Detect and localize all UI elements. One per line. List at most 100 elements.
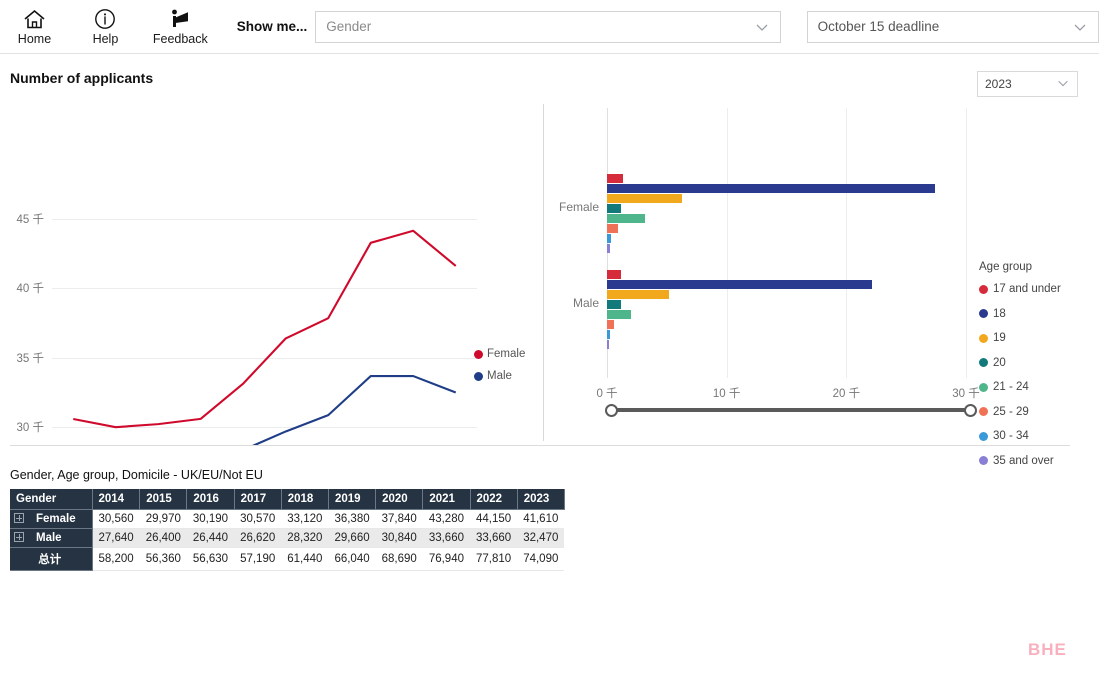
table-cell: 58,200 xyxy=(92,548,140,571)
table-column-header[interactable]: 2017 xyxy=(234,489,281,510)
table-cell: 32,470 xyxy=(517,529,564,548)
expand-icon[interactable] xyxy=(14,513,24,523)
table-row[interactable]: Female30,56029,97030,19030,57033,12036,3… xyxy=(10,510,564,529)
help-label: Help xyxy=(93,33,119,46)
line-series-male xyxy=(73,376,456,445)
bar-male-20[interactable] xyxy=(607,300,621,309)
chevron-down-icon xyxy=(1072,19,1088,35)
home-icon xyxy=(23,7,46,31)
megaphone-icon xyxy=(169,7,192,31)
slider-knob-min[interactable] xyxy=(605,404,618,417)
age-legend-item-label: 35 and over xyxy=(993,455,1054,467)
table-column-header[interactable]: Gender xyxy=(10,489,92,510)
year-filter-dropdown[interactable]: 2023 xyxy=(977,71,1078,97)
bar-female-30-34[interactable] xyxy=(607,234,611,243)
info-icon xyxy=(94,7,116,31)
slider-knob-max[interactable] xyxy=(964,404,977,417)
table-cell: 30,560 xyxy=(92,510,140,529)
legend-item-label: Male xyxy=(487,370,512,382)
feedback-label: Feedback xyxy=(153,33,208,46)
table-cell: 57,190 xyxy=(234,548,281,571)
charts-panel: 25 千30 千35 千40 千45 千20142015201620172018… xyxy=(0,100,1099,445)
bar-chart-x-tick: 10 千 xyxy=(703,385,751,401)
feedback-button[interactable]: Feedback xyxy=(146,1,215,53)
table-body: Female30,56029,97030,19030,57033,12036,3… xyxy=(10,510,564,571)
table-column-header[interactable]: 2014 xyxy=(92,489,140,510)
table-column-header[interactable]: 2019 xyxy=(328,489,375,510)
table-header-row: Gender2014201520162017201820192020202120… xyxy=(10,489,564,510)
bar-female-19[interactable] xyxy=(607,194,682,203)
table-cell: 30,840 xyxy=(376,529,423,548)
legend-color-dot xyxy=(979,456,988,465)
line-series-female xyxy=(73,231,456,427)
bar-male-21-24[interactable] xyxy=(607,310,631,319)
deadline-filter-value: October 15 deadline xyxy=(818,19,1072,34)
table-column-header[interactable]: 2023 xyxy=(517,489,564,510)
page-title: Number of applicants xyxy=(10,70,153,86)
table-cell: 56,360 xyxy=(140,548,187,571)
table-column-header[interactable]: 2021 xyxy=(423,489,470,510)
bar-chart-range-slider[interactable] xyxy=(611,408,970,412)
data-table-section: Gender, Age group, Domicile - UK/EU/Not … xyxy=(10,468,565,571)
table-row-header[interactable]: Male xyxy=(10,529,92,548)
table-cell: 36,380 xyxy=(328,510,375,529)
section-divider xyxy=(10,445,1070,446)
bar-female-17-and-under[interactable] xyxy=(607,174,623,183)
bar-female-20[interactable] xyxy=(607,204,621,213)
age-group-bar-chart: 0 千10 千20 千30 千FemaleMale xyxy=(543,100,1099,445)
home-button[interactable]: Home xyxy=(4,1,65,53)
year-filter-value: 2023 xyxy=(985,77,1056,91)
bar-female-21-24[interactable] xyxy=(607,214,645,223)
legend-color-dot xyxy=(474,372,483,381)
bar-male-25-29[interactable] xyxy=(607,320,614,329)
bar-male-35-and-over[interactable] xyxy=(607,340,609,349)
table-cell: 26,400 xyxy=(140,529,187,548)
table-cell: 26,620 xyxy=(234,529,281,548)
bar-chart-category-label: Female xyxy=(529,200,599,214)
table-column-header[interactable]: 2022 xyxy=(470,489,517,510)
deadline-filter-dropdown[interactable]: October 15 deadline xyxy=(807,11,1099,43)
age-legend-item-35-and-over[interactable]: 35 and over xyxy=(979,449,1061,474)
line-chart-plot xyxy=(0,100,543,445)
applicants-table: Gender2014201520162017201820192020202120… xyxy=(10,489,565,571)
legend-item-male[interactable]: Male xyxy=(474,365,525,387)
table-row[interactable]: Male27,64026,40026,44026,62028,32029,660… xyxy=(10,529,564,548)
table-cell: 61,440 xyxy=(281,548,328,571)
bar-female-35-and-over[interactable] xyxy=(607,244,610,253)
bar-chart-x-tick: 20 千 xyxy=(822,385,870,401)
gender-filter-dropdown[interactable]: Gender xyxy=(315,11,780,43)
table-cell: 28,320 xyxy=(281,529,328,548)
table-row[interactable]: 总计58,20056,36056,63057,19061,44066,04068… xyxy=(10,548,564,571)
bar-male-18[interactable] xyxy=(607,280,872,289)
table-row-label: Female xyxy=(36,513,76,525)
table-column-header[interactable]: 2018 xyxy=(281,489,328,510)
table-cell: 74,090 xyxy=(517,548,564,571)
table-row-header[interactable]: Female xyxy=(10,510,92,529)
applicants-line-chart: 25 千30 千35 千40 千45 千20142015201620172018… xyxy=(0,100,543,445)
table-cell: 29,660 xyxy=(328,529,375,548)
table-cell: 66,040 xyxy=(328,548,375,571)
bar-chart-x-tick: 0 千 xyxy=(583,385,631,401)
table-cell: 33,120 xyxy=(281,510,328,529)
bar-male-17-and-under[interactable] xyxy=(607,270,621,279)
table-cell: 26,440 xyxy=(187,529,234,548)
table-column-header[interactable]: 2015 xyxy=(140,489,187,510)
table-row-header[interactable]: 总计 xyxy=(10,548,92,571)
legend-item-female[interactable]: Female xyxy=(474,343,525,365)
legend-color-dot xyxy=(474,350,483,359)
bar-male-30-34[interactable] xyxy=(607,330,610,339)
expand-icon[interactable] xyxy=(14,532,24,542)
table-cell: 37,840 xyxy=(376,510,423,529)
table-column-header[interactable]: 2016 xyxy=(187,489,234,510)
table-column-header[interactable]: 2020 xyxy=(376,489,423,510)
top-toolbar: Home Help Feedback Show me... Gender Oct… xyxy=(0,0,1099,54)
table-cell: 33,660 xyxy=(470,529,517,548)
help-button[interactable]: Help xyxy=(75,1,136,53)
table-row-label: Male xyxy=(36,532,62,544)
bar-male-19[interactable] xyxy=(607,290,669,299)
table-cell: 33,660 xyxy=(423,529,470,548)
table-cell: 29,970 xyxy=(140,510,187,529)
bar-female-18[interactable] xyxy=(607,184,935,193)
table-cell: 77,810 xyxy=(470,548,517,571)
bar-female-25-29[interactable] xyxy=(607,224,618,233)
